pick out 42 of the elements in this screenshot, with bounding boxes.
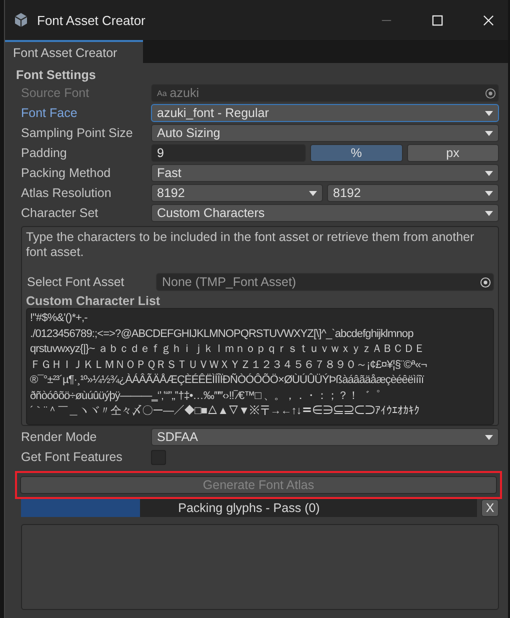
dropdown[interactable]: Fast (151, 164, 499, 182)
section-title: Font Settings (16, 67, 97, 83)
field-label: Source Font (20, 86, 90, 100)
dropdown[interactable]: Custom Characters (151, 204, 499, 222)
input-field[interactable]: 9 (151, 144, 306, 162)
dropdown[interactable]: SDFAA (151, 428, 499, 446)
caret-icon (485, 210, 493, 216)
field-label: Padding (20, 146, 68, 160)
dropdown[interactable]: 8192 (327, 184, 499, 202)
target-icon[interactable] (480, 276, 491, 288)
field-label: Render Mode (20, 430, 98, 444)
target-icon[interactable] (485, 88, 496, 98)
cube-icon (13, 12, 29, 28)
field-label: Sampling Point Size (20, 126, 134, 140)
character-list-field[interactable]: !"#$%&'()*+,- ./0123456789:;<=>?@ABCDEFGHIJKLMNOPQRSTUVWXYZ[\]^_`abcdefghijklmnop qrstuvwxyz{|}~ ａｂｃｄｅｆｇｈｉｊｋｌｍｎｏｐｑｒｓｔｕｖｗｘｙｚＡＢＣＤＥ ＦＧＨＩＪＫＬＭＮＯＰＱＲＳＴＵＶＷＸＹＺ１２３４５６７８９０～¡¢£¤¥¦§¨©ª«¬ ®¯°±²³´µ¶·¸¹º»¼½¾¿ÀÁÂÃÄÅÆÇÈÉÊËÌÍÎÏÐÑÒÓÔÕÖ×ØÙÚÛÜÝÞßàáâãäåæçèéêëìíîï ðñòóôõö÷øùúûüýþÿ―――‗‘’‚‛“”„‟†‡•…‰′″‴‹›‼‾⁄€™□ 、。，．・：；？！゛゜ ´｀¨＾￣＿ヽヾ〃仝々〆〇ー―／◆□■△▲▽▼※〒→←↑↓〓∈∋⊆⊇⊂⊃ｱｲｳｴｵｶｷｸ (26, 308, 494, 425)
field-label: Font Face (20, 106, 78, 120)
caret-icon (485, 130, 493, 136)
caret-icon (485, 434, 493, 440)
font-icon: Aa (157, 88, 167, 98)
window-title: Font Asset Creator (37, 12, 146, 28)
field-label: Packing Method (20, 166, 112, 180)
maximize-icon[interactable] (432, 14, 443, 26)
help-text: Type the characters to be included in the font asset or retrieve them from another font asset. (26, 230, 476, 261)
caret-icon (309, 190, 317, 196)
field-label: Character Set (20, 206, 100, 220)
caret-icon (485, 170, 493, 176)
cancel-button[interactable]: X (481, 499, 499, 517)
progress-label: Packing glyphs - Pass (0) (178, 501, 320, 515)
list-title: Custom Character List (26, 294, 162, 308)
dropdown[interactable]: azuki_font - Regular (151, 104, 499, 122)
caret-icon (485, 190, 493, 196)
dropdown[interactable]: 8192 (151, 184, 323, 202)
field-label: Get Font Features (20, 450, 124, 464)
field-label: Select Font Asset (26, 275, 126, 289)
caret-icon (485, 110, 493, 116)
field-label: Atlas Resolution (20, 186, 112, 200)
unit-toggle[interactable]: px (406, 144, 499, 162)
unit-toggle[interactable]: % (310, 144, 402, 162)
dropdown[interactable]: Auto Sizing (151, 124, 499, 142)
close-icon[interactable] (483, 14, 494, 26)
tab[interactable]: Font Asset Creator (5, 40, 143, 63)
object-field[interactable]: None (TMP_Font Asset) (156, 273, 494, 291)
